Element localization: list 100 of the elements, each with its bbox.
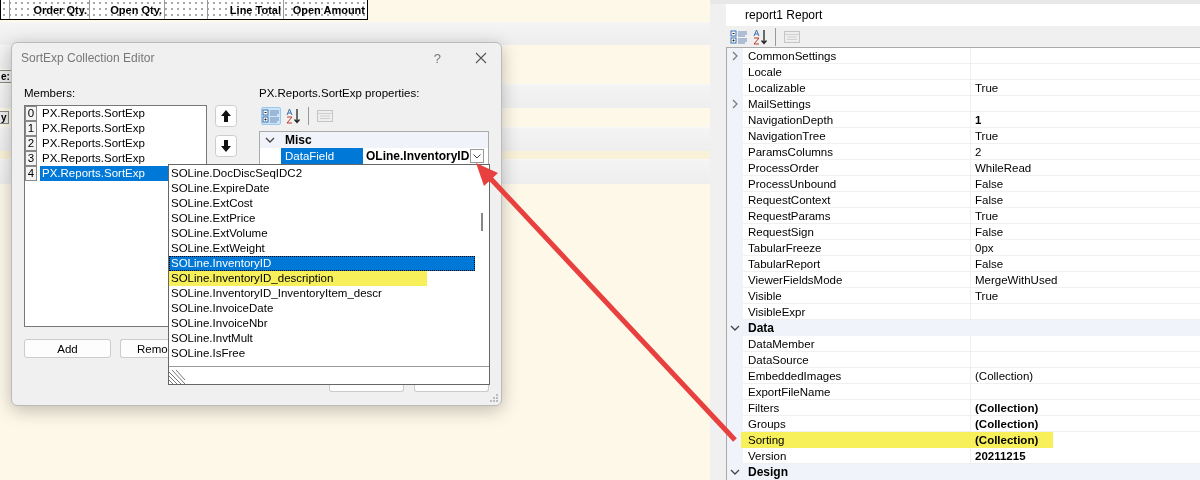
list-option[interactable]: SOLine.InvtMult (169, 331, 475, 346)
property-row[interactable]: Localizable True (727, 80, 1200, 96)
list-option[interactable]: SOLine.ExtWeight (169, 241, 475, 256)
member-name: PX.Reports.SortExp (41, 136, 146, 151)
help-button[interactable]: ? (433, 50, 441, 66)
property-row[interactable]: ProcessOrder WhileRead (727, 160, 1200, 176)
property-name: RequestContext (748, 194, 831, 206)
property-name: Filters (748, 402, 780, 414)
category-row[interactable]: Design (727, 464, 1200, 480)
index-label: 4 (25, 166, 37, 181)
property-name: ProcessUnbound (748, 178, 837, 190)
property-row[interactable]: RequestContext False (727, 192, 1200, 208)
property-row[interactable]: ViewerFieldsMode MergeWithUsed (727, 272, 1200, 288)
list-option[interactable]: SOLine.InventoryID_InventoryItem_descr (169, 286, 475, 301)
add-button[interactable]: Add (24, 339, 111, 358)
property-value: WhileRead (975, 162, 1032, 174)
property-row[interactable]: EmbeddedImages (Collection) (727, 368, 1200, 384)
property-row[interactable]: ExportFileName (727, 384, 1200, 400)
property-value: True (975, 82, 999, 94)
member-item[interactable]: 2 PX.Reports.SortExp (25, 136, 206, 151)
property-name: VisibleExpr (748, 306, 806, 318)
property-value: MergeWithUsed (975, 274, 1058, 286)
header-field: Open Amount (284, 0, 367, 19)
property-name: Groups (748, 418, 786, 430)
property-name: Version (748, 450, 787, 462)
property-row[interactable]: NavigationTree True (727, 128, 1200, 144)
member-name: PX.Reports.SortExp (41, 106, 146, 121)
close-icon[interactable] (475, 52, 487, 64)
member-name: PX.Reports.SortExp (41, 151, 146, 166)
property-value: True (975, 130, 999, 142)
property-name: EmbeddedImages (748, 370, 842, 382)
expand-icon[interactable] (730, 51, 740, 61)
member-item[interactable]: 3 PX.Reports.SortExp (25, 151, 206, 166)
collapse-icon[interactable] (265, 135, 275, 145)
resize-grip-icon[interactable] (169, 370, 185, 384)
header-field: Open Qty. (90, 0, 165, 19)
dropdown-button[interactable] (470, 149, 485, 163)
sort-icon[interactable] (752, 28, 768, 45)
property-name: CommonSettings (748, 50, 837, 62)
list-option[interactable]: SOLine.InventoryID_description (169, 271, 427, 286)
member-name: PX.Reports.SortExp (41, 121, 146, 136)
property-value: False (975, 258, 1004, 270)
property-row[interactable]: RequestSign False (727, 224, 1200, 240)
property-value: 20211215 (975, 450, 1026, 462)
header-field: Order Qty. (9, 0, 90, 19)
list-option[interactable]: SOLine.ExtVolume (169, 226, 475, 241)
list-option[interactable]: SOLine.ExtPrice (169, 211, 475, 226)
property-row[interactable]: ProcessUnbound False (727, 176, 1200, 192)
sort-icon[interactable] (285, 108, 301, 124)
property-name: ParamsColumns (748, 146, 833, 158)
property-name[interactable]: DataField (281, 148, 363, 164)
property-name: ViewerFieldsMode (748, 274, 843, 286)
property-row[interactable]: Locale (727, 64, 1200, 80)
move-up-button[interactable] (215, 105, 237, 127)
property-row[interactable]: NavigationDepth 1 (727, 112, 1200, 128)
list-option[interactable]: SOLine.InvoiceNbr (169, 316, 475, 331)
collapse-icon[interactable] (730, 467, 740, 477)
property-row[interactable]: DataMember (727, 336, 1200, 352)
resize-grip-icon[interactable] (489, 393, 499, 403)
property-row[interactable]: Visible True (727, 288, 1200, 304)
property-value[interactable]: OLine.InventoryID (363, 149, 470, 163)
field-label: y (0, 111, 9, 124)
category-label: Design (747, 464, 788, 480)
object-title: report1 Report (726, 4, 1200, 27)
property-row[interactable]: DataSource (727, 352, 1200, 368)
collapse-icon[interactable] (730, 323, 740, 333)
remove-button[interactable]: Remo (120, 339, 168, 358)
member-item[interactable]: 1 PX.Reports.SortExp (25, 121, 206, 136)
property-name: RequestParams (748, 210, 831, 222)
property-row[interactable]: TabularFreeze 0px (727, 240, 1200, 256)
expand-icon[interactable] (730, 99, 740, 109)
property-name: ExportFileName (748, 386, 831, 398)
list-option[interactable]: SOLine.IsFree (169, 346, 475, 361)
property-name: DataSource (748, 354, 809, 366)
property-value: 1 (975, 114, 982, 126)
scrollbar-thumb[interactable] (481, 213, 483, 231)
member-item[interactable]: 0 PX.Reports.SortExp (25, 106, 206, 121)
category-label[interactable]: Misc (285, 133, 312, 147)
property-name: Sorting (748, 434, 785, 446)
property-row[interactable]: ParamsColumns 2 (727, 144, 1200, 160)
property-name: Visible (748, 290, 782, 302)
move-down-button[interactable] (215, 135, 237, 157)
category-row[interactable]: Data (727, 320, 1200, 336)
property-row[interactable]: MailSettings (727, 96, 1200, 112)
property-row[interactable]: RequestParams True (727, 208, 1200, 224)
property-value: 0px (975, 242, 994, 254)
property-name: ProcessOrder (748, 162, 819, 174)
property-name: NavigationDepth (748, 114, 834, 126)
list-option[interactable]: SOLine.InventoryID (169, 256, 475, 271)
property-row[interactable]: TabularReport False (727, 256, 1200, 272)
index-label: 2 (25, 136, 37, 151)
index-label: 1 (25, 121, 37, 136)
property-row[interactable]: Groups (Collection) (727, 416, 1200, 432)
members-label: Members: (24, 87, 77, 101)
list-option[interactable]: SOLine.ExtCost (169, 196, 475, 211)
property-row[interactable]: Filters (Collection) (727, 400, 1200, 416)
list-option[interactable]: SOLine.ExpireDate (169, 181, 475, 196)
property-name: Localizable (748, 82, 806, 94)
property-row[interactable]: CommonSettings (727, 48, 1200, 64)
list-option[interactable]: SOLine.InvoiceDate (169, 301, 475, 316)
